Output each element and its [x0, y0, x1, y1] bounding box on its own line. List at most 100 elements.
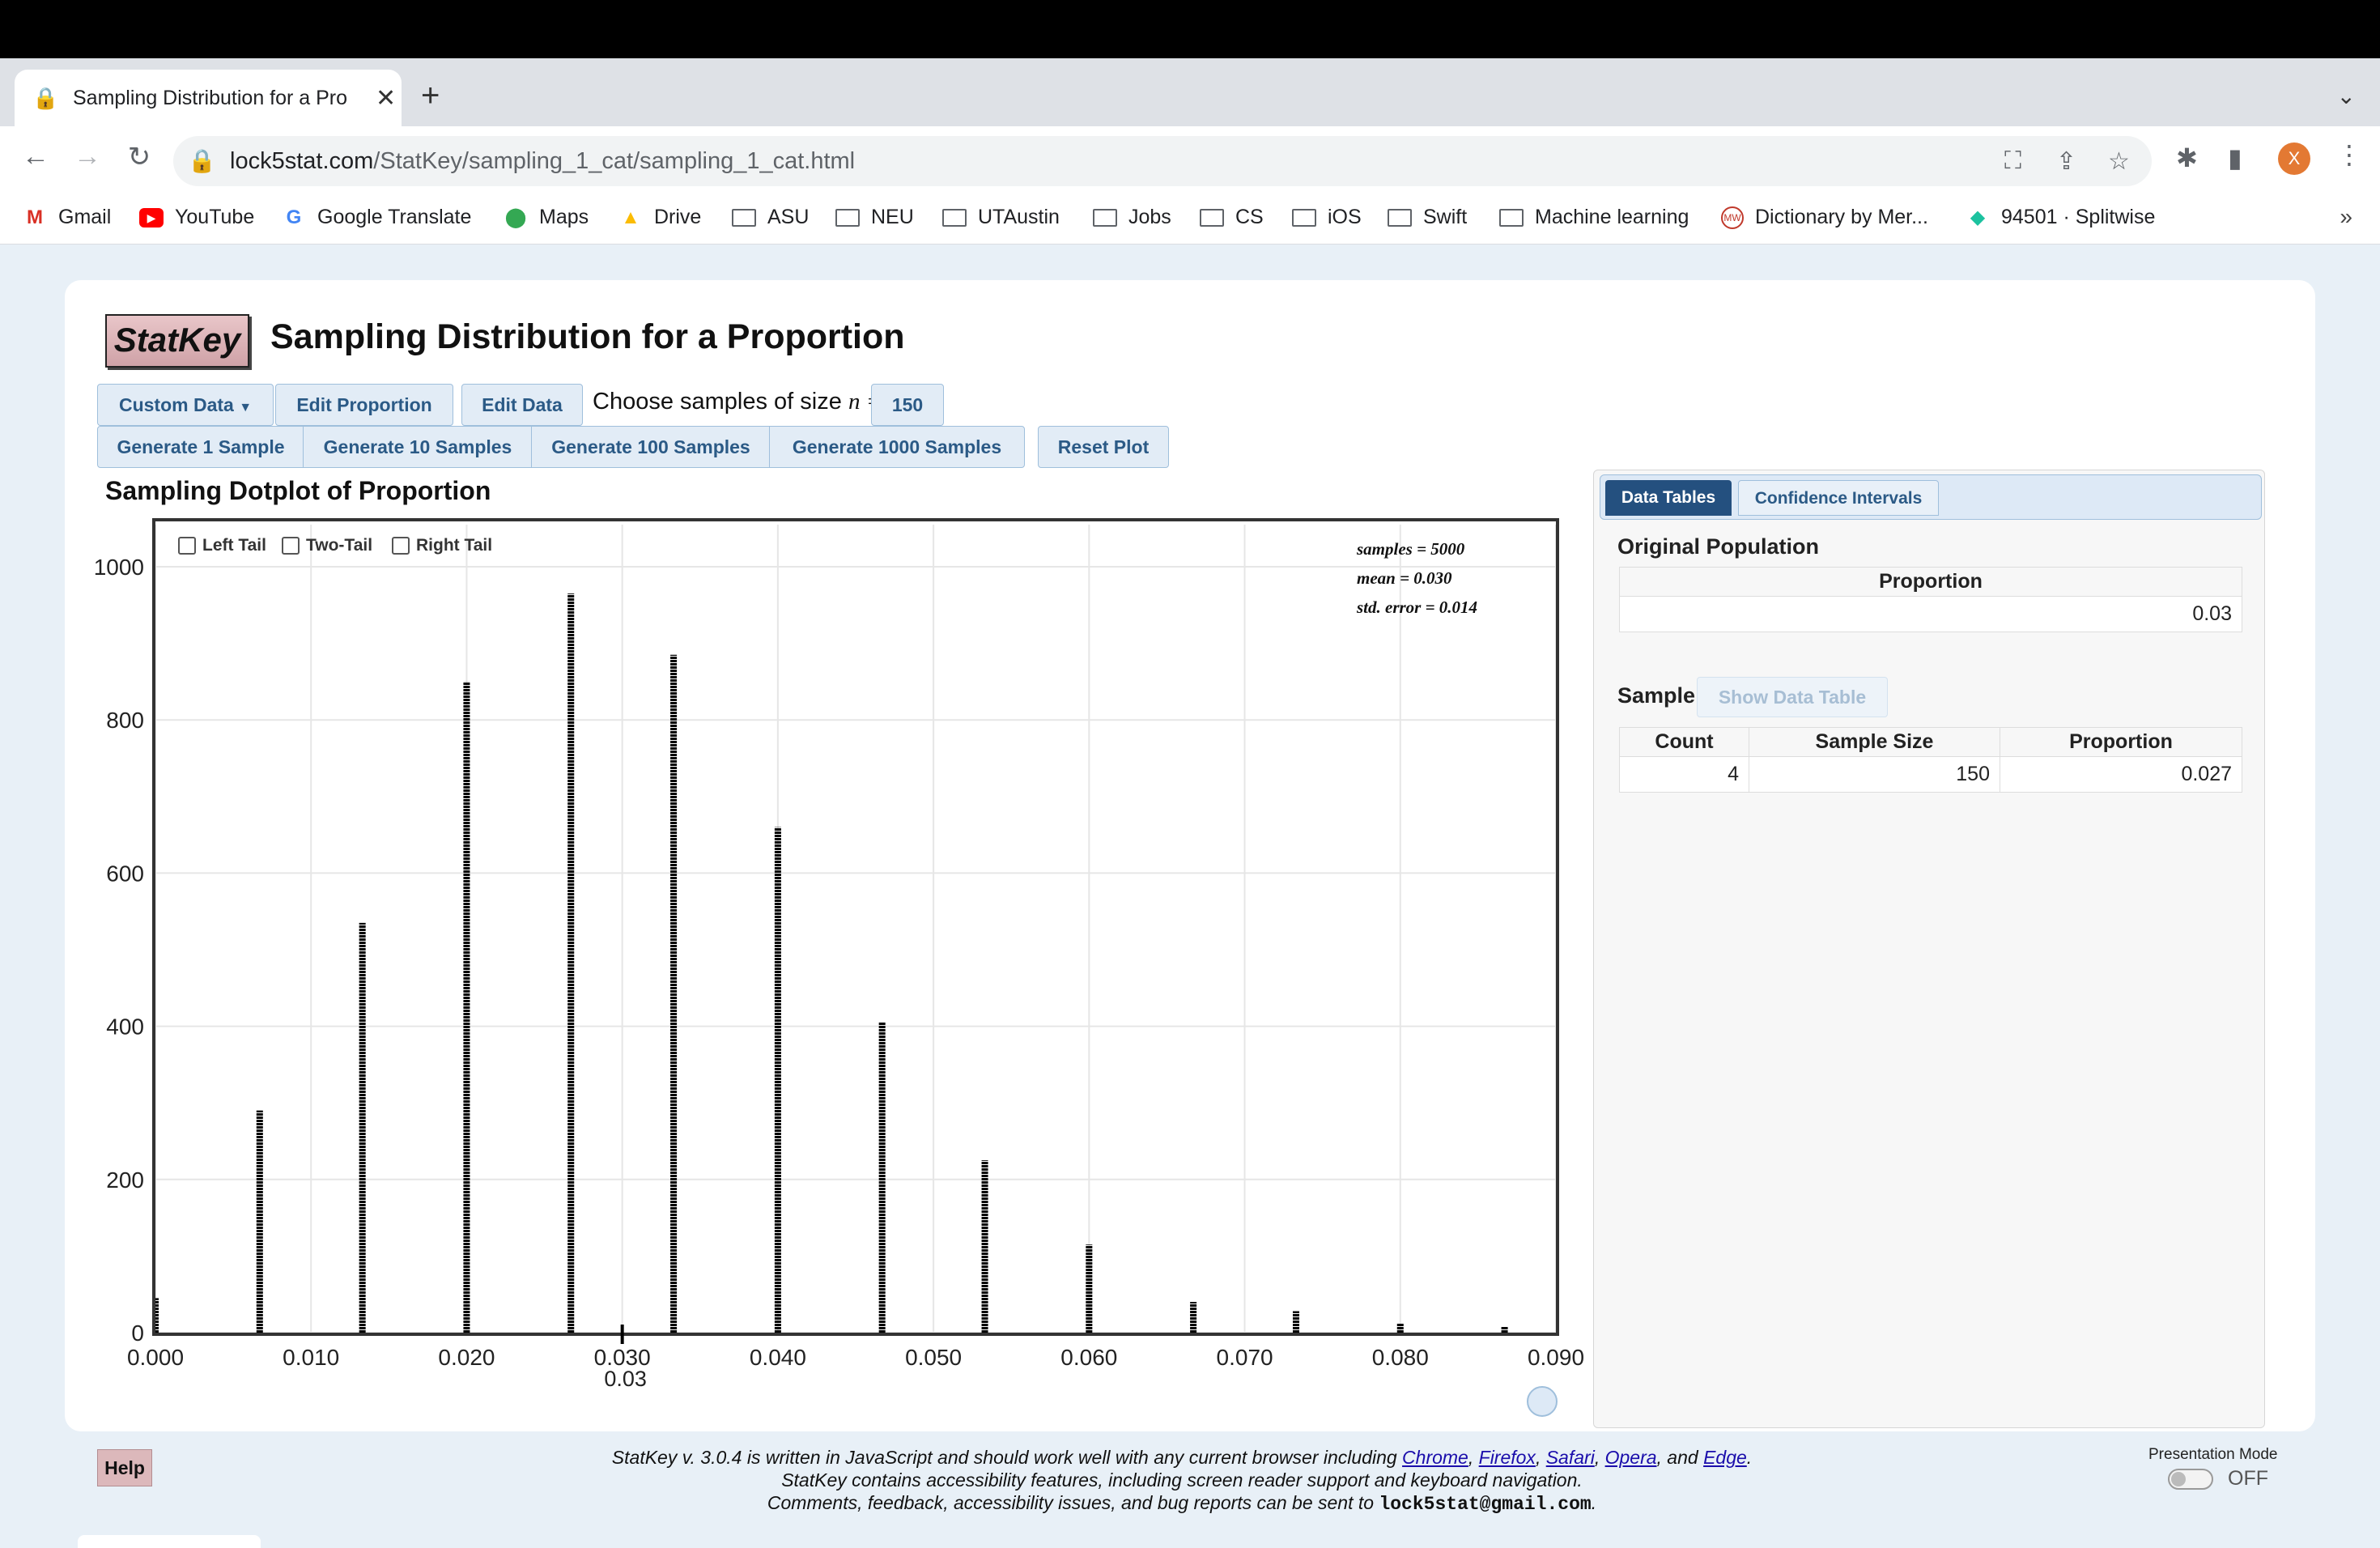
bookmark-neu[interactable]: NEU — [835, 206, 914, 229]
youtube-icon: ▶ — [139, 207, 164, 228]
edit-proportion-button[interactable]: Edit Proportion — [275, 384, 453, 426]
proportion-header: Proportion — [1619, 567, 2242, 597]
share-icon[interactable]: ⇪ — [2056, 147, 2076, 176]
caret-down-icon: ▼ — [239, 401, 253, 415]
menu-kebab-icon[interactable]: ⋮ — [2336, 139, 2362, 170]
toggle-knob — [2171, 1472, 2186, 1486]
tab-title: Sampling Distribution for a Pro — [73, 86, 348, 109]
right-tail-option[interactable]: Right Tail — [392, 536, 492, 555]
bookmarks-overflow-icon[interactable]: » — [2340, 204, 2352, 230]
footer-line-3: Comments, feedback, accessibility issues… — [767, 1492, 1597, 1515]
bookmark-splitwise[interactable]: ◆ 94501 · Splitwise — [1966, 206, 2156, 229]
browser-tab[interactable]: 🔒 Sampling Distribution for a Pro ✕ — [15, 70, 402, 126]
bottom-panel-stub — [78, 1535, 261, 1548]
bookmark-asu[interactable]: ASU — [732, 206, 809, 229]
sample-size-cell: 150 — [1749, 756, 2000, 793]
tab-data-tables[interactable]: Data Tables — [1605, 480, 1732, 516]
sample-size-input[interactable]: 150 — [871, 384, 944, 426]
stat-std-error: std. error = 0.014 — [1357, 598, 1478, 617]
generate-100-samples-button[interactable]: Generate 100 Samples — [531, 426, 771, 468]
sample-table: Count Sample Size Proportion 4 150 0.027 — [1619, 727, 2242, 793]
folder-icon — [1200, 208, 1224, 227]
bookmark-star-icon[interactable]: ☆ — [2108, 147, 2130, 176]
bookmark-dictionary[interactable]: MW Dictionary by Mer... — [1721, 206, 1928, 229]
stat-samples: samples = 5000 — [1357, 539, 1465, 559]
bookmark-jobs[interactable]: Jobs — [1093, 206, 1171, 229]
custom-data-dropdown[interactable]: Custom Data ▼ — [97, 384, 274, 426]
right-tail-checkbox[interactable] — [392, 537, 410, 555]
count-header: Count — [1619, 727, 1749, 757]
folder-icon — [1388, 208, 1412, 227]
close-tab-icon[interactable]: ✕ — [376, 84, 396, 113]
show-data-table-button[interactable]: Show Data Table — [1697, 677, 1888, 717]
generate-1-sample-button[interactable]: Generate 1 Sample — [97, 426, 304, 468]
presentation-mode-label: Presentation Mode — [2148, 1446, 2278, 1463]
firefox-link[interactable]: Firefox — [1479, 1447, 1536, 1468]
edit-data-button[interactable]: Edit Data — [461, 384, 583, 426]
presentation-mode-state: OFF — [2228, 1467, 2268, 1490]
chrome-link[interactable]: Chrome — [1402, 1447, 1468, 1468]
stat-mean: mean = 0.030 — [1357, 568, 1452, 588]
folder-icon — [835, 208, 860, 227]
plot-title: Sampling Dotplot of Proportion — [105, 476, 491, 505]
footer-text: StatKey v. 3.0.4 is written in JavaScrip… — [453, 1446, 1910, 1516]
footer-line-1: StatKey v. 3.0.4 is written in JavaScrip… — [611, 1447, 1753, 1468]
generate-10-samples-button[interactable]: Generate 10 Samples — [303, 426, 533, 468]
reset-plot-button[interactable]: Reset Plot — [1038, 426, 1169, 468]
page-title: Sampling Distribution for a Proportion — [270, 317, 905, 356]
original-population-label: Original Population — [1617, 534, 1819, 559]
extensions-icon[interactable]: ✱ — [2176, 142, 2198, 173]
opera-link[interactable]: Opera — [1605, 1447, 1657, 1468]
bookmark-gmail[interactable]: M Gmail — [23, 206, 111, 229]
bookmark-machine-learning[interactable]: Machine learning — [1499, 206, 1689, 229]
bookmark-cs[interactable]: CS — [1200, 206, 1264, 229]
address-bar[interactable]: 🔒 lock5stat.com/StatKey/sampling_1_cat/s… — [173, 136, 2152, 186]
panel-tabs: Data Tables Confidence Intervals — [1600, 474, 2262, 520]
site-info-icon[interactable]: 🔒 — [188, 147, 216, 174]
bookmark-swift[interactable]: Swift — [1388, 206, 1467, 229]
sample-label: Sample — [1617, 683, 1696, 708]
reload-icon[interactable]: ↻ — [120, 141, 159, 173]
two-tail-option[interactable]: Two-Tail — [282, 536, 372, 555]
window-top-bar — [0, 0, 2380, 58]
tab-search-chevron-icon[interactable]: ⌄ — [2337, 83, 2356, 109]
footer-line-2: StatKey contains accessibility features,… — [781, 1469, 1583, 1491]
summary-stats: samples = 5000 mean = 0.030 std. error =… — [1357, 534, 1477, 622]
splitwise-icon: ◆ — [1970, 206, 1986, 228]
edge-link[interactable]: Edge — [1703, 1447, 1747, 1468]
bookmark-ios[interactable]: iOS — [1292, 206, 1362, 229]
count-cell: 4 — [1619, 756, 1749, 793]
browser-toolbar: ← → ↻ 🔒 lock5stat.com/StatKey/sampling_1… — [0, 126, 2380, 194]
back-icon[interactable]: ← — [16, 141, 55, 172]
safari-link[interactable]: Safari — [1546, 1447, 1595, 1468]
new-tab-icon[interactable]: + — [421, 79, 440, 112]
tab-confidence-intervals[interactable]: Confidence Intervals — [1738, 480, 1939, 516]
generate-1000-samples-button[interactable]: Generate 1000 Samples — [769, 426, 1025, 468]
original-proportion-cell: 0.03 — [1619, 596, 2242, 632]
sample-proportion-header: Proportion — [2000, 727, 2242, 757]
profile-avatar[interactable]: X — [2278, 142, 2310, 175]
plot-drag-handle[interactable] — [1527, 1386, 1558, 1417]
lock-favicon-icon: 🔒 — [32, 86, 59, 110]
left-tail-option[interactable]: Left Tail — [178, 536, 266, 555]
bookmark-youtube[interactable]: ▶ YouTube — [139, 206, 254, 229]
sample-size-label: Choose samples of size n = — [593, 389, 882, 415]
forward-icon[interactable]: → — [68, 141, 107, 172]
tab-strip: 🔒 Sampling Distribution for a Pro ✕ + ⌄ — [0, 58, 2380, 126]
left-tail-checkbox[interactable] — [178, 537, 196, 555]
translate-icon[interactable]: ⛶ — [2004, 147, 2021, 175]
contact-email[interactable]: lock5stat@gmail.com — [1379, 1494, 1591, 1515]
bookmark-maps[interactable]: ⬤ Maps — [504, 206, 589, 229]
folder-icon — [942, 208, 967, 227]
sample-proportion-cell: 0.027 — [2000, 756, 2242, 793]
bookmark-drive[interactable]: ▲ Drive — [618, 206, 701, 229]
bookmark-utaustin[interactable]: UTAustin — [942, 206, 1060, 229]
two-tail-checkbox[interactable] — [282, 537, 300, 555]
bookmark-google-translate[interactable]: G Google Translate — [282, 206, 472, 229]
presentation-mode-toggle[interactable] — [2168, 1469, 2213, 1490]
statkey-logo[interactable]: StatKey — [105, 314, 249, 368]
side-panel-icon[interactable]: ▮ — [2228, 142, 2242, 173]
folder-icon — [1499, 208, 1524, 227]
gmail-icon: M — [27, 206, 43, 228]
help-button[interactable]: Help — [97, 1449, 152, 1486]
